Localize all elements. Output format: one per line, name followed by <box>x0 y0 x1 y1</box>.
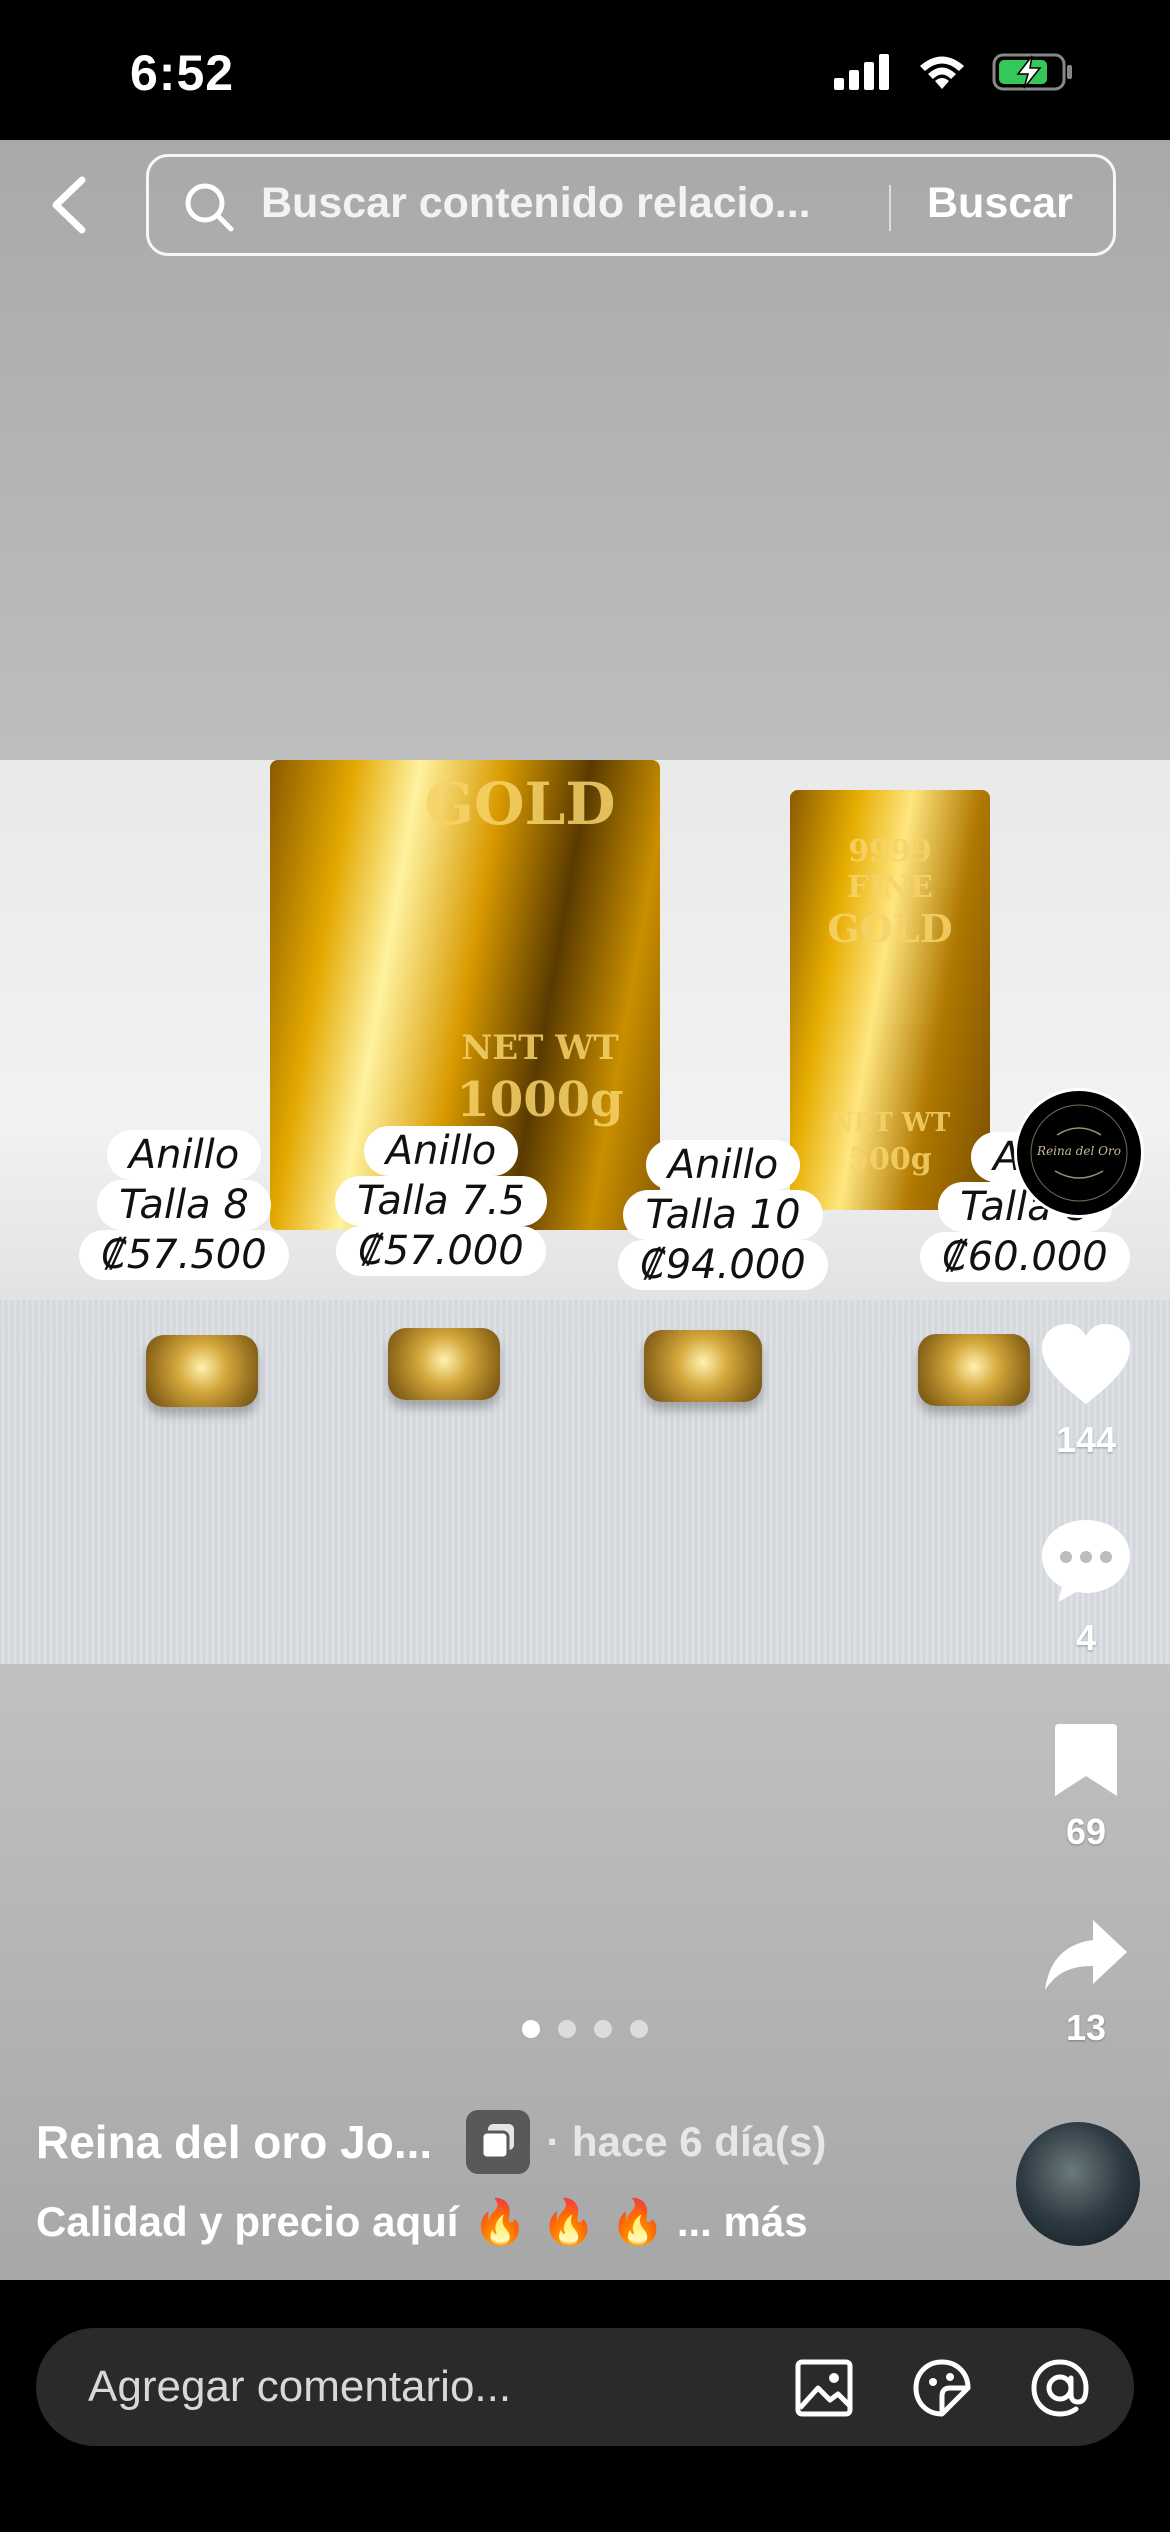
price-tag: Anillo Talla 8 ₡57.500 <box>64 1130 304 1280</box>
bar-engraving: FINE <box>847 870 933 905</box>
caption-text: Calidad y precio aquí <box>36 2198 459 2245</box>
heart-icon[interactable] <box>1038 1322 1134 1408</box>
price-tag: Anillo Talla 7.5 ₡57.000 <box>316 1126 566 1276</box>
post-image[interactable]: GOLD NET WT 1000g 9999 FINE GOLD NET WT … <box>0 760 1170 1664</box>
comment-bar: Agregar comentario... <box>0 2280 1170 2532</box>
comment-placeholder: Agregar comentario... <box>88 2362 512 2411</box>
bar-engraving: GOLD <box>424 770 616 838</box>
fire-emoji: 🔥 <box>541 2198 597 2247</box>
comment-action[interactable]: 4 <box>1026 1516 1146 1659</box>
creator-avatar[interactable]: Reina del Oro <box>1014 1088 1144 1218</box>
carousel-dot[interactable] <box>558 2020 576 2038</box>
status-time: 6:52 <box>130 45 235 101</box>
comment-count: 4 <box>1075 1617 1097 1658</box>
like-count: 144 <box>1055 1419 1117 1460</box>
post-time: · hace 6 día(s) <box>546 2118 827 2165</box>
image-icon[interactable] <box>792 2356 856 2420</box>
save-count: 69 <box>1065 1811 1107 1852</box>
price-tag-price: ₡57.500 <box>79 1230 289 1280</box>
price-tag-price: ₡94.000 <box>618 1240 828 1290</box>
bar-engraving: NET WT <box>461 1028 619 1068</box>
search-input[interactable]: Buscar contenido relacio... <box>261 179 1031 228</box>
post-meta: Reina del oro Jo... · hace 6 día(s) <box>36 2110 826 2174</box>
fire-emoji: 🔥 <box>610 2198 665 2247</box>
price-tag-price: ₡57.000 <box>336 1226 546 1276</box>
ring <box>388 1328 500 1400</box>
comment-bubble-icon[interactable] <box>1038 1516 1134 1606</box>
carousel-indicator <box>522 2020 648 2038</box>
price-tag-line: Talla 8 <box>97 1180 271 1230</box>
ring <box>146 1335 258 1407</box>
post-caption[interactable]: Calidad y precio aquí 🔥 🔥 🔥 ... más <box>36 2196 808 2248</box>
status-icons <box>834 52 1074 92</box>
price-tag-line: Anillo <box>363 1126 519 1176</box>
price-tag-line: Talla 7.5 <box>335 1176 547 1226</box>
carousel-dot[interactable] <box>594 2020 612 2038</box>
bar-engraving: 1000g <box>456 1072 624 1128</box>
mention-at-icon[interactable] <box>1028 2356 1092 2420</box>
price-tag-line: Anillo <box>645 1140 801 1190</box>
share-count: 13 <box>1065 2007 1107 2048</box>
like-action[interactable]: 144 <box>1026 1322 1146 1461</box>
carousel-dot-active[interactable] <box>522 2020 540 2038</box>
search-bar[interactable]: Buscar contenido relacio... Buscar <box>146 154 1116 256</box>
author-name[interactable]: Reina del oro Jo... <box>36 2115 432 2169</box>
share-action[interactable]: 13 <box>1026 1916 1146 2049</box>
price-tag-price: ₡60.000 <box>920 1232 1130 1282</box>
svg-text:Reina del Oro: Reina del Oro <box>1036 1144 1121 1158</box>
comment-input[interactable]: Agregar comentario... <box>36 2328 1134 2446</box>
emoji-sticker-icon[interactable] <box>910 2356 974 2420</box>
back-arrow-icon[interactable] <box>40 170 100 240</box>
search-icon <box>185 183 234 232</box>
music-disc-avatar[interactable] <box>1016 2122 1140 2246</box>
price-tag-line: Anillo <box>106 1130 262 1180</box>
caption-more-link[interactable]: ... más <box>677 2198 808 2246</box>
battery-charging-icon <box>992 53 1072 91</box>
search-divider <box>889 185 891 231</box>
ring <box>644 1330 762 1402</box>
carousel-dot[interactable] <box>630 2020 648 2038</box>
save-action[interactable]: 69 <box>1026 1720 1146 1853</box>
wifi-icon <box>920 56 964 89</box>
status-bar: 6:52 <box>0 0 1170 140</box>
price-tag: Anillo Talla 10 ₡94.000 <box>598 1140 848 1290</box>
bookmark-icon[interactable] <box>1051 1720 1121 1800</box>
photo-carousel-icon <box>466 2110 531 2174</box>
cellular-signal-icon <box>834 54 889 90</box>
share-arrow-icon[interactable] <box>1041 1916 1131 1996</box>
price-tag-line: Talla 10 <box>623 1190 823 1240</box>
creator-logo: Reina del Oro <box>1030 1104 1128 1202</box>
fire-emoji: 🔥 <box>472 2198 528 2247</box>
bar-engraving: 9999 <box>848 834 932 869</box>
bar-engraving: GOLD <box>827 906 953 951</box>
ring <box>918 1334 1030 1406</box>
search-button[interactable]: Buscar <box>927 179 1073 228</box>
